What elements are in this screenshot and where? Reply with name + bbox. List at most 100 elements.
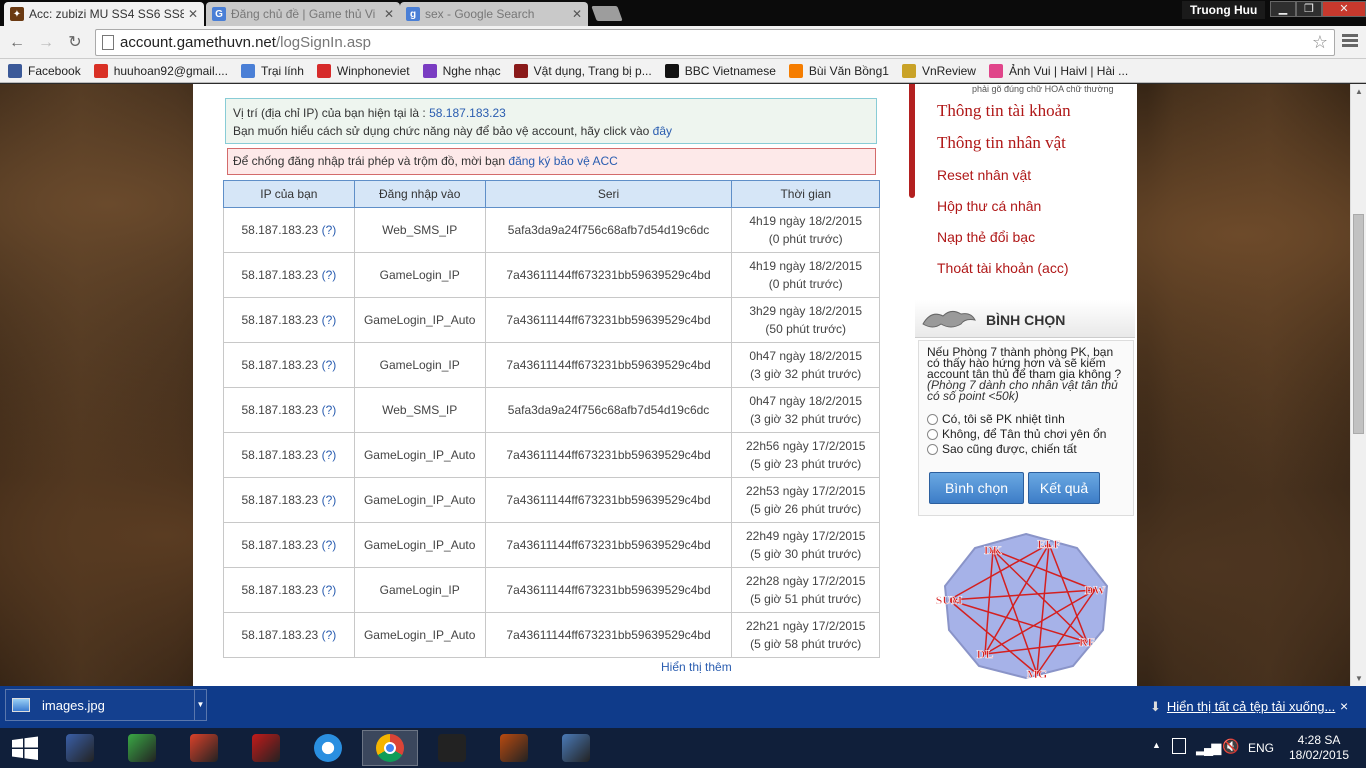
chevron-down-icon[interactable]: ▼ — [194, 690, 206, 720]
new-tab-button[interactable] — [591, 6, 623, 21]
tab-google[interactable]: g sex - Google Search ✕ — [400, 2, 588, 26]
ip-help-link[interactable]: (?) — [322, 313, 337, 327]
sidebar-item-reset-character[interactable]: Reset nhân vật — [937, 167, 1031, 183]
bookmark-item[interactable]: Facebook — [8, 63, 81, 78]
help-text: Bạn muốn hiểu cách sử dụng chức năng này… — [233, 124, 650, 138]
tab-forum[interactable]: G Đăng chủ đề | Game thủ Vi ✕ — [206, 2, 400, 26]
ip-help-link[interactable]: (?) — [322, 493, 337, 507]
reload-icon[interactable]: ↻ — [65, 33, 85, 53]
bookmark-label: Trại lính — [260, 63, 304, 78]
forward-arrow-icon[interactable]: → — [36, 33, 56, 53]
ip-help-link[interactable]: (?) — [322, 583, 337, 597]
taskbar-app[interactable] — [114, 730, 170, 766]
restore-button[interactable]: ❐ — [1296, 1, 1322, 17]
address-bar[interactable]: account.gamethuvn.net/logSignIn.asp ☆ — [95, 29, 1335, 56]
cell-login-type: GameLogin_IP — [353, 342, 486, 388]
time-value: 4h19 ngày 18/2/2015 — [749, 214, 863, 228]
minimize-button[interactable]: ▁ — [1270, 1, 1296, 17]
scroll-down-icon[interactable]: ▼ — [1355, 674, 1363, 683]
ip-help-link[interactable]: (?) — [322, 403, 337, 417]
volume-muted-icon[interactable]: 🔇 — [1222, 738, 1239, 755]
time-value: 4h19 ngày 18/2/2015 — [749, 259, 863, 273]
bookmark-item[interactable]: huuhoan92@gmail.... — [93, 63, 228, 78]
bookmark-item[interactable]: VnReview — [901, 63, 976, 78]
page-scrollbar[interactable]: ▲ ▼ — [1350, 84, 1366, 686]
ip-help-link[interactable]: (?) — [322, 628, 337, 642]
option-label: Có, tôi sẽ PK nhiệt tình — [942, 412, 1065, 426]
ip-help-link[interactable]: (?) — [322, 223, 337, 237]
poll-option-2[interactable]: Không, để Tân thủ chơi yên ổn — [927, 428, 1125, 440]
bookmark-label: Bùi Văn Bồng1 — [808, 63, 889, 78]
cell-time: 22h21 ngày 17/2/2015 (5 giờ 58 phút trước… — [731, 612, 880, 658]
bookmark-item[interactable]: Vật dụng, Trang bị p... — [513, 63, 652, 78]
taskbar-app[interactable] — [300, 730, 356, 766]
ip-help-link[interactable]: (?) — [322, 358, 337, 372]
windows-start-icon[interactable] — [0, 728, 50, 768]
close-icon[interactable]: ✕ — [572, 7, 582, 21]
option-label: Không, để Tân thủ chơi yên ổn — [942, 427, 1107, 441]
cell-login-type: GameLogin_IP_Auto — [353, 612, 486, 658]
taskbar-app[interactable] — [52, 730, 108, 766]
close-icon[interactable]: ✕ — [384, 7, 394, 21]
taskbar-app[interactable] — [424, 730, 480, 766]
scroll-up-icon[interactable]: ▲ — [1355, 87, 1363, 96]
cell-seri: 7a43611144ff673231bb59639529c4bd — [484, 297, 733, 343]
close-icon[interactable]: × — [1340, 698, 1348, 714]
login-history-table: IP của bạn Đăng nhập vào Seri Thời gian … — [223, 180, 880, 658]
bookmark-item[interactable]: Ảnh Vui | Haivl | Hài ... — [988, 63, 1128, 78]
cell-seri: 5afa3da9a24f756c68afb7d54d19c6dc — [484, 207, 733, 253]
poll-option-3[interactable]: Sao cũng được, chiến tất — [927, 443, 1125, 455]
sidebar-item-character-info[interactable]: Thông tin nhân vật — [937, 133, 1066, 153]
vote-button[interactable]: Bình chọn — [929, 472, 1024, 504]
option-label: Sao cũng được, chiến tất — [942, 442, 1077, 456]
tab-acc[interactable]: ✦ Acc: zubizi MU SS4 SS6 SS8 ✕ — [4, 2, 204, 26]
close-icon[interactable]: ✕ — [188, 7, 198, 21]
radio-button[interactable] — [927, 428, 938, 440]
sidebar-item-logout[interactable]: Thoát tài khoản (acc) — [937, 260, 1069, 276]
ip-help-link[interactable]: (?) — [322, 268, 337, 282]
show-all-downloads-link[interactable]: ⬇ Hiển thị tất cả tệp tải xuống... — [1150, 699, 1335, 715]
results-button[interactable]: Kết quả — [1028, 472, 1100, 504]
show-more-link[interactable]: Hiển thị thêm — [661, 660, 732, 674]
current-ip-link[interactable]: 58.187.183.23 — [429, 106, 506, 120]
bookmark-star-icon[interactable]: ☆ — [1312, 32, 1328, 53]
action-center-icon[interactable] — [1172, 738, 1186, 754]
tray-expand-icon[interactable]: ▲ — [1152, 740, 1161, 750]
radio-button[interactable] — [927, 413, 938, 425]
taskbar-app[interactable] — [486, 730, 542, 766]
bookmark-label: Nghe nhạc — [442, 63, 501, 78]
bookmark-item[interactable]: Nghe nhạc — [422, 63, 501, 78]
time-value: 22h21 ngày 17/2/2015 — [745, 619, 866, 633]
sidebar-item-account-info[interactable]: Thông tin tài khoản — [937, 101, 1071, 121]
window-close-button[interactable]: ✕ — [1322, 1, 1366, 17]
taskbar-app[interactable] — [548, 730, 604, 766]
ip-help-link[interactable]: (?) — [322, 538, 337, 552]
sidebar-item-recharge[interactable]: Nạp thẻ đổi bạc — [937, 229, 1035, 245]
chrome-menu-icon[interactable] — [1342, 34, 1358, 50]
taskbar-app[interactable] — [362, 730, 418, 766]
scroll-thumb[interactable] — [1353, 214, 1364, 434]
network-signal-icon[interactable]: ▂▄▆ — [1196, 740, 1221, 756]
ip-value: 58.187.183.23 — [241, 448, 319, 462]
back-arrow-icon[interactable]: ← — [7, 33, 27, 53]
bookmark-item[interactable]: BBC Vietnamese — [664, 63, 776, 78]
column-header-login: Đăng nhập vào — [353, 180, 486, 208]
ip-help-link[interactable]: (?) — [322, 448, 337, 462]
system-clock[interactable]: 4:28 SA 18/02/2015 — [1284, 733, 1354, 763]
class-label: DK — [984, 543, 1003, 557]
help-link[interactable]: đây — [653, 124, 672, 138]
bookmark-item[interactable]: Winphoneviet — [316, 63, 410, 78]
bookmark-item[interactable]: Bùi Văn Bồng1 — [788, 63, 889, 78]
poll-option-1[interactable]: Có, tôi sẽ PK nhiệt tình — [927, 413, 1125, 425]
download-item[interactable]: images.jpg ▼ — [5, 689, 207, 721]
bookmark-item[interactable]: Trại lính — [240, 63, 304, 78]
register-protection-link[interactable]: đăng ký bảo vệ ACC — [508, 154, 617, 168]
radio-button[interactable] — [927, 443, 938, 455]
sidebar-item-inbox[interactable]: Hộp thư cá nhân — [937, 198, 1041, 214]
cell-seri: 7a43611144ff673231bb59639529c4bd — [484, 432, 733, 478]
taskbar-app[interactable] — [238, 730, 294, 766]
taskbar-app[interactable] — [176, 730, 232, 766]
profile-name[interactable]: Truong Huu — [1182, 1, 1266, 19]
photo-viewer-icon — [562, 734, 590, 762]
input-language[interactable]: ENG — [1248, 741, 1274, 755]
